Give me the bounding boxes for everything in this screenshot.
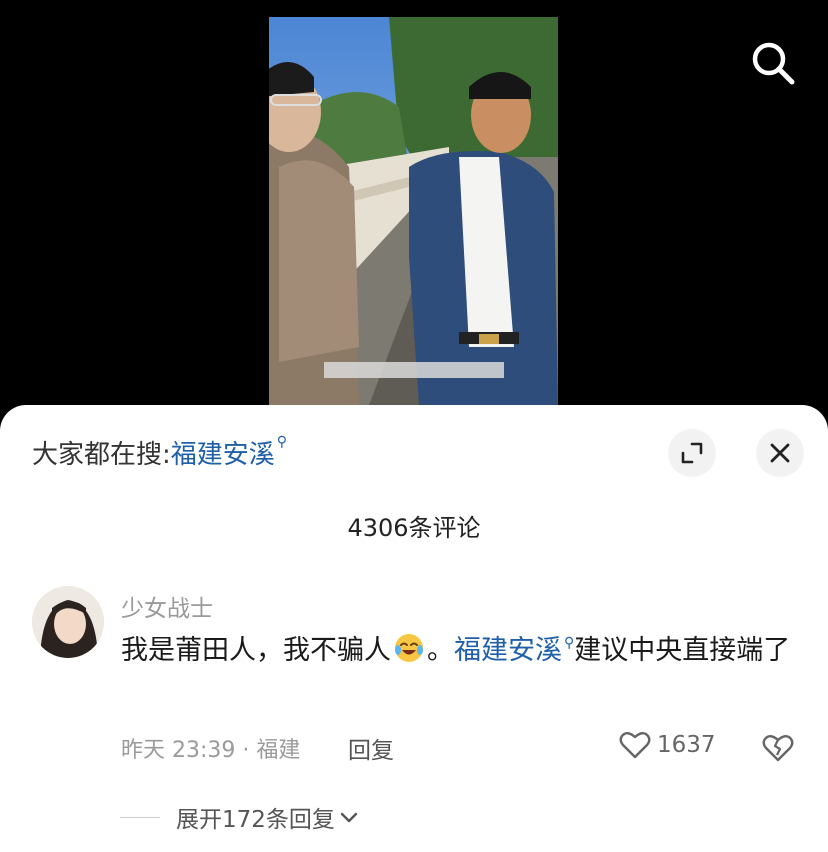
video-still-image <box>269 17 558 405</box>
comment-username[interactable]: 少女战士 <box>121 589 213 623</box>
comment-count: 4306条评论 <box>347 514 481 542</box>
comment-meta: 昨天 23:39 · 福建 <box>121 738 301 763</box>
collapse-icon <box>681 442 703 464</box>
video-player[interactable] <box>0 0 828 420</box>
avatar-image <box>32 586 104 658</box>
trending-prefix: 大家都在搜: <box>32 440 171 470</box>
collapse-button[interactable] <box>668 429 716 477</box>
reply-button[interactable]: 回复 <box>348 731 394 765</box>
comment-hashtag-link[interactable]: 福建安溪 <box>454 635 562 666</box>
divider-line <box>120 816 160 818</box>
expand-replies-label: 展开172条回复 <box>176 807 335 833</box>
laughing-crying-emoji-icon <box>395 634 423 662</box>
comment-text: 我是莆田人，我不骗人 。福建安溪 ⚲建议中央直接端了 <box>121 628 801 674</box>
avatar[interactable] <box>32 586 104 658</box>
chevron-down-icon <box>340 812 358 823</box>
trending-term-link[interactable]: 福建安溪 <box>171 440 275 470</box>
search-button[interactable] <box>748 38 798 88</box>
broken-heart-icon <box>762 735 794 762</box>
like-count: 1637 <box>657 732 716 758</box>
expand-replies-button[interactable]: 展开172条回复 <box>120 800 361 834</box>
comment-text-part1: 我是莆田人，我不骗人 <box>121 635 391 666</box>
heart-icon <box>619 732 651 759</box>
comment-text-part3: 建议中央直接端了 <box>574 635 791 666</box>
dislike-button[interactable] <box>762 731 794 763</box>
like-button[interactable]: 1637 <box>619 730 716 760</box>
trending-search[interactable]: 大家都在搜:福建安溪 ⚲ <box>32 434 287 471</box>
search-small-icon: ⚲ <box>276 434 288 450</box>
video-frame <box>269 17 558 405</box>
search-small-icon: ⚲ <box>564 635 575 651</box>
close-icon <box>770 443 790 463</box>
close-button[interactable] <box>756 429 804 477</box>
search-icon <box>752 42 795 85</box>
comment-text-part2: 。 <box>427 635 454 666</box>
